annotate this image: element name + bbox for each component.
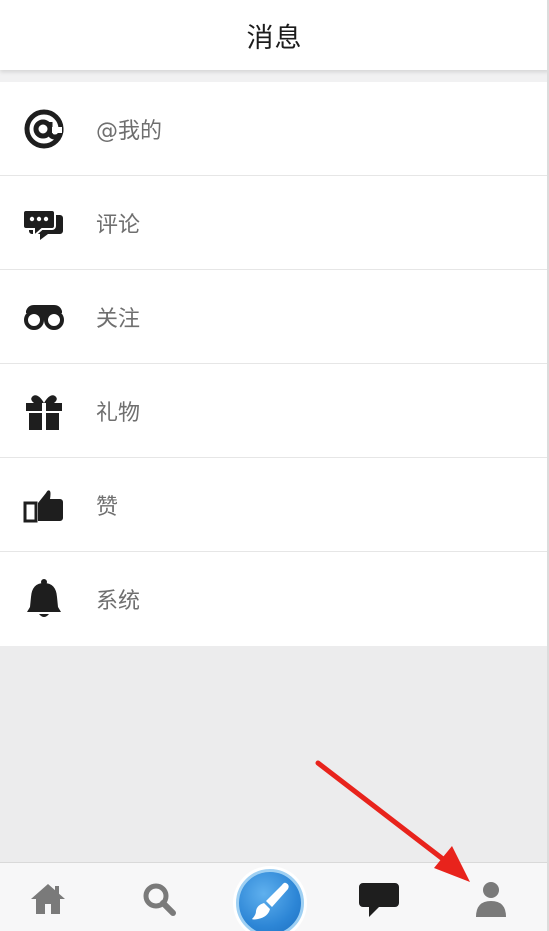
list-item-comments[interactable]: 评论 xyxy=(0,176,549,270)
list-item-likes[interactable]: 赞 xyxy=(0,458,549,552)
compose-button-circle xyxy=(236,869,304,931)
search-icon[interactable] xyxy=(137,877,181,921)
list-item-label: 礼物 xyxy=(96,400,141,426)
compose-button[interactable] xyxy=(233,866,307,931)
header-bar: 消息 xyxy=(0,0,549,70)
messages-screen: 消息 @我的 评论 关注 礼物 赞 系统 xyxy=(0,0,549,931)
list-item-label: 关注 xyxy=(96,306,141,332)
brush-icon xyxy=(246,877,294,929)
binoculars-icon xyxy=(22,295,66,339)
list-item-label: 系统 xyxy=(96,589,141,614)
chat-bubble-icon[interactable] xyxy=(357,877,401,921)
page-title: 消息 xyxy=(246,22,303,54)
gift-icon xyxy=(22,389,66,433)
message-category-list: @我的 评论 关注 礼物 赞 系统 xyxy=(0,82,549,646)
at-icon xyxy=(22,107,66,151)
thumbs-up-icon xyxy=(22,483,66,527)
home-icon[interactable] xyxy=(26,877,70,921)
comment-icon xyxy=(22,201,66,245)
list-item-label: 评论 xyxy=(96,212,141,238)
bell-icon xyxy=(22,577,66,621)
user-icon[interactable] xyxy=(469,877,513,921)
list-item-label: 赞 xyxy=(96,494,119,520)
header-gap xyxy=(0,70,549,82)
list-item-system[interactable]: 系统 xyxy=(0,552,549,646)
list-item-follows[interactable]: 关注 xyxy=(0,270,549,364)
list-item-mentions[interactable]: @我的 xyxy=(0,82,549,176)
list-item-gifts[interactable]: 礼物 xyxy=(0,364,549,458)
list-item-label: @我的 xyxy=(96,118,163,144)
